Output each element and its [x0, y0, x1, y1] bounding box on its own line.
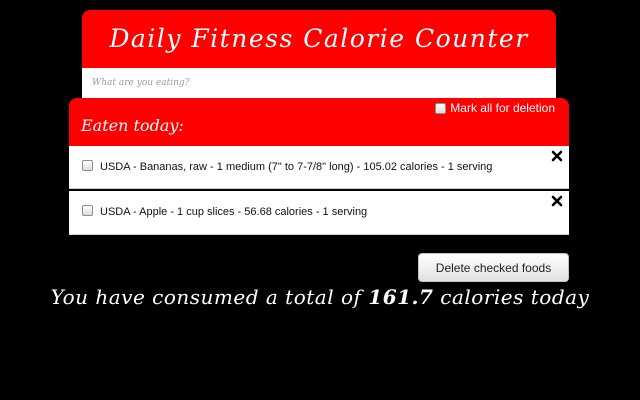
calorie-total-value: 161.7: [368, 285, 434, 309]
food-item-checkbox[interactable]: [82, 160, 93, 171]
calorie-total-summary: You have consumed a total of 161.7 calor…: [0, 285, 640, 309]
eaten-today-title: Eaten today:: [81, 116, 184, 135]
mark-all-for-deletion[interactable]: Mark all for deletion: [435, 101, 555, 115]
delete-checked-foods-button[interactable]: Delete checked foods: [418, 253, 569, 282]
food-list-item: USDA - Bananas, raw - 1 medium (7" to 7-…: [69, 146, 569, 189]
app-header: Daily Fitness Calorie Counter: [82, 10, 556, 68]
mark-all-checkbox[interactable]: [435, 102, 447, 114]
close-icon[interactable]: [551, 195, 563, 207]
food-list-item: USDA - Apple - 1 cup slices - 56.68 calo…: [69, 191, 569, 235]
food-search-bar: [82, 68, 556, 98]
food-item-description: USDA - Bananas, raw - 1 medium (7" to 7-…: [100, 161, 493, 173]
food-item-description: USDA - Apple - 1 cup slices - 56.68 calo…: [100, 206, 368, 218]
close-icon[interactable]: [551, 150, 563, 162]
food-search-input[interactable]: [82, 68, 556, 98]
app-title: Daily Fitness Calorie Counter: [109, 24, 529, 53]
summary-suffix: calories today: [433, 285, 590, 309]
summary-prefix: You have consumed a total of: [50, 285, 369, 309]
food-item-checkbox[interactable]: [82, 205, 93, 216]
eaten-today-header: Eaten today: Mark all for deletion: [69, 98, 569, 146]
mark-all-label: Mark all for deletion: [450, 101, 555, 115]
